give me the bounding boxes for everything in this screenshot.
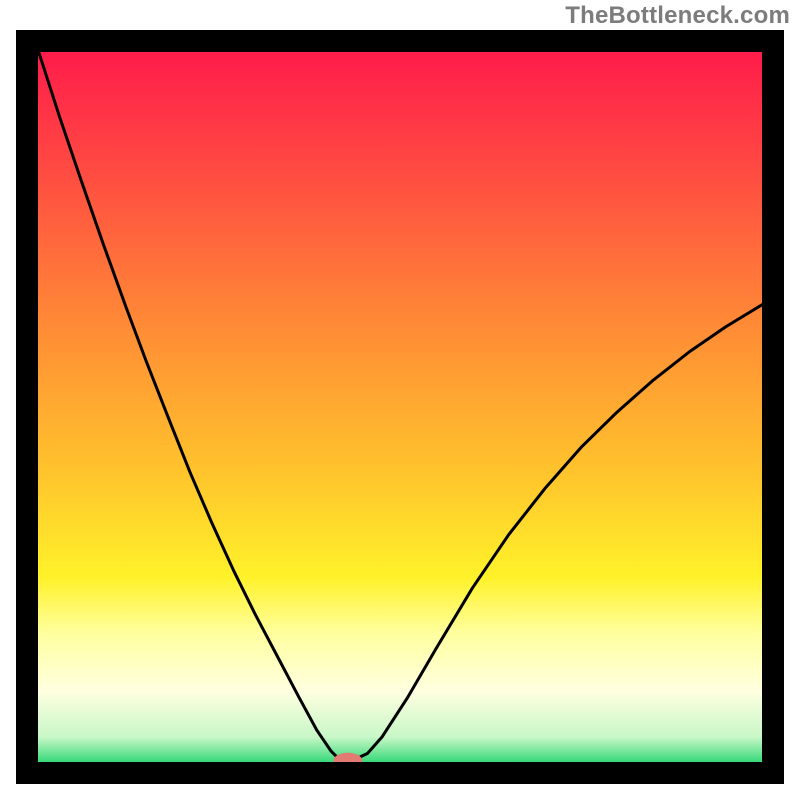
chart-frame: TheBottleneck.com xyxy=(0,0,800,800)
gradient-background xyxy=(38,52,762,762)
plot-area xyxy=(38,52,762,762)
chart-svg xyxy=(38,52,762,762)
plot-border xyxy=(16,30,784,784)
watermark-text: TheBottleneck.com xyxy=(565,2,790,30)
